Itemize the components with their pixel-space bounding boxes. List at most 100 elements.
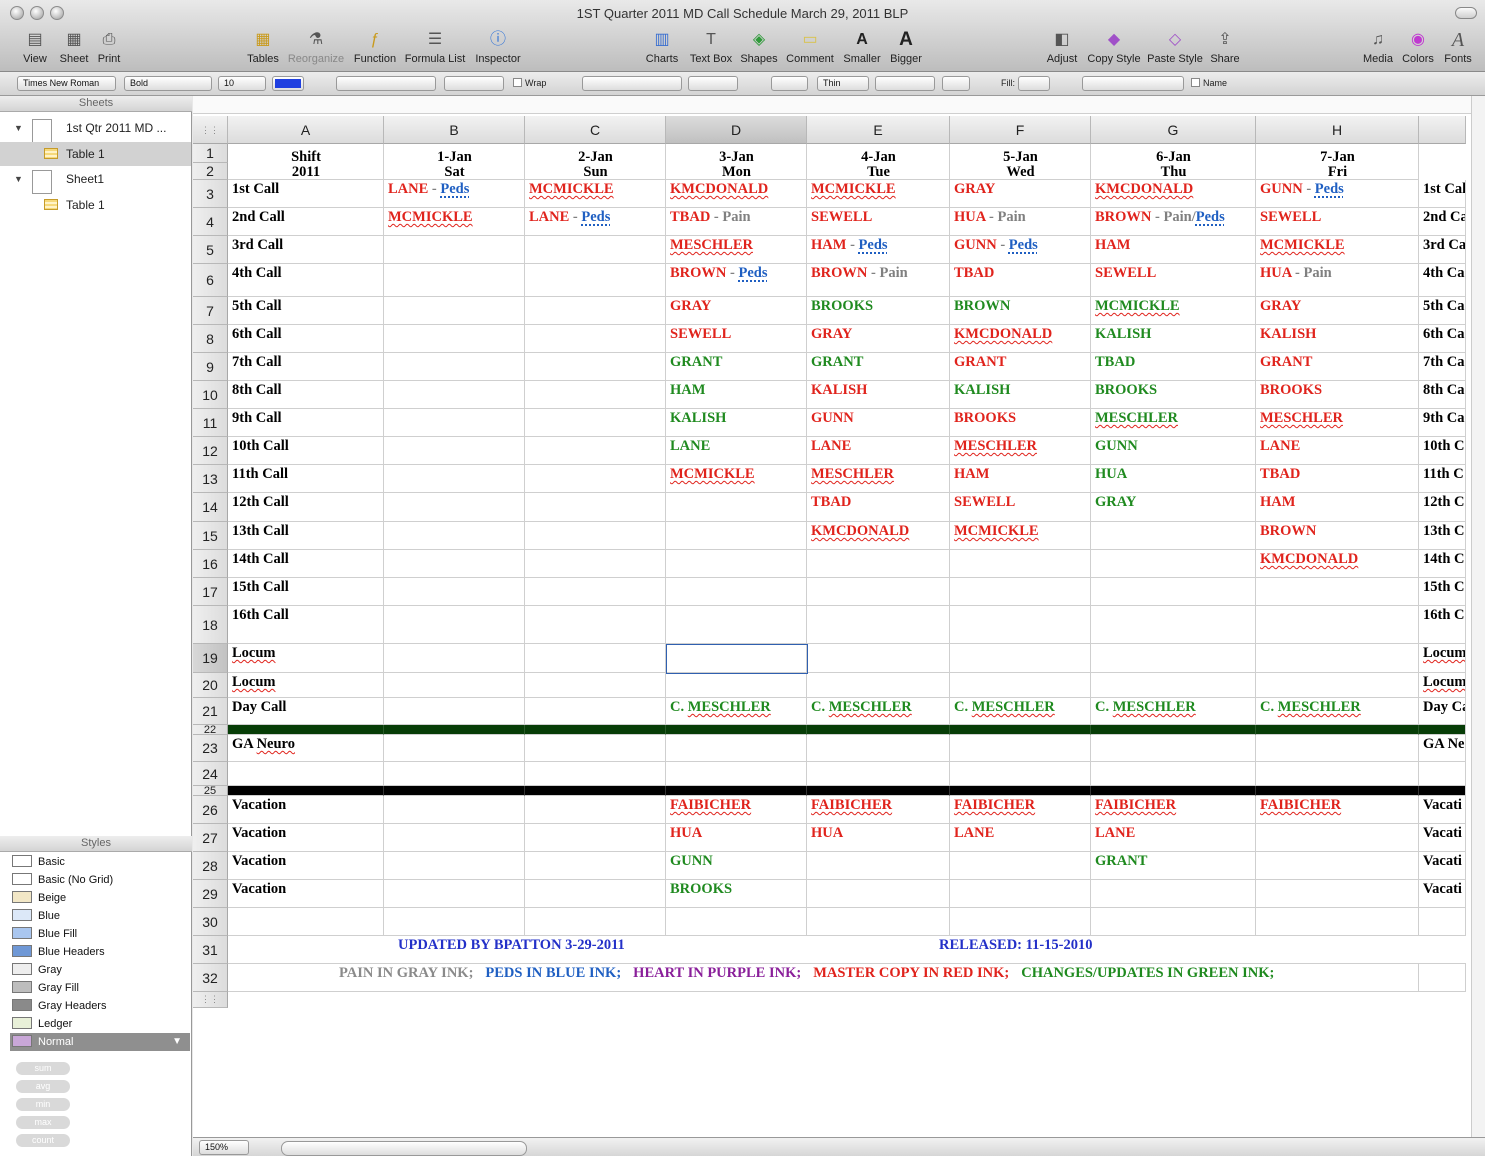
style-gray-headers[interactable]: Gray Headers (12, 997, 192, 1015)
bigger-button[interactable]: A Bigger (890, 30, 922, 66)
schedule-cell[interactable] (384, 796, 525, 824)
schedule-cell[interactable]: GUNN (1091, 437, 1256, 465)
shift-label-right[interactable]: Day Ca (1419, 698, 1466, 725)
header-day[interactable]: Sun (525, 163, 666, 180)
schedule-cell[interactable]: LANE (950, 824, 1091, 852)
schedule-cell[interactable]: BROWN - Pain/Peds (1091, 208, 1256, 236)
shift-label-right[interactable]: Vacati (1419, 880, 1466, 908)
schedule-cell[interactable] (384, 437, 525, 465)
row-header-17[interactable]: 17 (193, 578, 228, 606)
header-day[interactable]: Sat (384, 163, 525, 180)
row-header-16[interactable]: 16 (193, 550, 228, 578)
schedule-cell[interactable] (384, 673, 525, 698)
schedule-cell[interactable] (384, 852, 525, 880)
divider-cell[interactable] (950, 786, 1091, 796)
schedule-cell[interactable]: FAIBICHER (1256, 796, 1419, 824)
schedule-cell[interactable] (666, 522, 807, 550)
schedule-cell[interactable] (666, 673, 807, 698)
schedule-cell[interactable]: HAM - Peds (807, 236, 950, 264)
schedule-cell[interactable] (525, 522, 666, 550)
header-date[interactable]: 2-Jan (525, 144, 666, 163)
shift-label[interactable]: Locum (228, 673, 384, 698)
row-header-10[interactable]: 10 (193, 381, 228, 409)
column-header-d[interactable]: D (666, 116, 807, 144)
shift-label-right[interactable]: GA Ne (1419, 735, 1466, 762)
schedule-cell[interactable]: GUNN (666, 852, 807, 880)
schedule-cell[interactable]: MCMICKLE (807, 180, 950, 208)
divider-cell[interactable] (384, 725, 525, 735)
schedule-cell[interactable]: GRANT (1091, 852, 1256, 880)
schedule-cell[interactable] (1091, 673, 1256, 698)
divider-cell[interactable] (525, 786, 666, 796)
fonts-button[interactable]: A Fonts (1444, 30, 1472, 65)
schedule-cell[interactable]: GUNN - Peds (1256, 180, 1419, 208)
shift-label[interactable]: Vacation (228, 824, 384, 852)
schedule-cell[interactable] (525, 409, 666, 437)
fill-color-well[interactable] (1018, 76, 1050, 91)
schedule-cell[interactable] (807, 578, 950, 606)
schedule-cell[interactable] (1256, 880, 1419, 908)
spreadsheet-table[interactable]: ⋮⋮ A B C D E F G H 1 2 3 4 5 6 7 8 9 10 11 12 13 14 15 16 17 18 19 2… (193, 116, 1466, 1026)
shift-label[interactable]: Vacation (228, 880, 384, 908)
shift-label-right[interactable]: Vacati (1419, 824, 1466, 852)
schedule-cell[interactable]: BROWN (950, 297, 1091, 325)
style-gray-fill[interactable]: Gray Fill (12, 979, 192, 997)
divider-cell[interactable] (525, 725, 666, 735)
schedule-cell[interactable]: MCMICKLE (1091, 297, 1256, 325)
schedule-cell[interactable] (807, 550, 950, 578)
row-header-5[interactable]: 5 (193, 236, 228, 264)
shift-label-right[interactable]: 5th Ca (1419, 297, 1466, 325)
line-style-select[interactable]: Thin (817, 76, 869, 91)
schedule-cell[interactable] (807, 606, 950, 644)
inspector-button[interactable]: ⓘ Inspector (475, 30, 520, 65)
font-family-select[interactable]: Times New Roman (17, 76, 116, 91)
schedule-cell[interactable] (950, 762, 1091, 786)
schedule-cell[interactable] (384, 578, 525, 606)
schedule-cell[interactable] (666, 908, 807, 936)
schedule-cell[interactable]: GRAY (666, 297, 807, 325)
divider-cell[interactable] (807, 786, 950, 796)
smaller-button[interactable]: A Smaller (843, 30, 880, 65)
row-header-7[interactable]: 7 (193, 297, 228, 325)
schedule-cell[interactable] (950, 606, 1091, 644)
schedule-cell[interactable]: SEWELL (666, 325, 807, 353)
schedule-cell[interactable] (1091, 578, 1256, 606)
schedule-cell[interactable] (384, 325, 525, 353)
row-header-27[interactable]: 27 (193, 824, 228, 852)
schedule-cell[interactable]: C. MESCHLER (950, 698, 1091, 725)
shift-label-right[interactable]: Vacati (1419, 796, 1466, 824)
schedule-cell[interactable]: SEWELL (1091, 264, 1256, 297)
row-header-30[interactable]: 30 (193, 908, 228, 936)
schedule-cell[interactable]: C. MESCHLER (807, 698, 950, 725)
schedule-cell[interactable] (384, 644, 525, 673)
schedule-cell[interactable]: MCMICKLE (666, 465, 807, 493)
schedule-cell[interactable]: GRANT (1256, 353, 1419, 381)
schedule-cell[interactable] (1256, 852, 1419, 880)
shift-label[interactable]: 14th Call (228, 550, 384, 578)
schedule-cell[interactable]: BROWN (1256, 522, 1419, 550)
legend-row[interactable]: PAIN IN GRAY INK; PEDS IN BLUE INK; HEART … (228, 964, 1419, 992)
shift-label[interactable]: 3rd Call (228, 236, 384, 264)
style-gray[interactable]: Gray (12, 961, 192, 979)
row-header-4[interactable]: 4 (193, 208, 228, 236)
schedule-cell[interactable]: LANE - Peds (525, 208, 666, 236)
text-color-well[interactable] (272, 76, 304, 91)
schedule-cell[interactable]: MCMICKLE (525, 180, 666, 208)
schedule-cell[interactable] (525, 852, 666, 880)
schedule-cell[interactable]: HUA (1091, 465, 1256, 493)
row-header-1[interactable]: 1 (193, 144, 228, 163)
shift-label[interactable]: 5th Call (228, 297, 384, 325)
schedule-cell[interactable] (525, 673, 666, 698)
schedule-cell[interactable]: KMCDONALD (1091, 180, 1256, 208)
header-date[interactable]: Shift (228, 144, 384, 163)
row-header-14[interactable]: 14 (193, 493, 228, 522)
schedule-cell[interactable] (1256, 673, 1419, 698)
schedule-cell[interactable]: BROWN - Peds (666, 264, 807, 297)
shift-label-right[interactable]: 12th C (1419, 493, 1466, 522)
schedule-cell[interactable]: GUNN - Peds (950, 236, 1091, 264)
schedule-cell[interactable] (384, 606, 525, 644)
schedule-cell[interactable] (384, 762, 525, 786)
schedule-cell[interactable]: FAIBICHER (950, 796, 1091, 824)
row-header-15[interactable]: 15 (193, 522, 228, 550)
schedule-cell[interactable] (1091, 644, 1256, 673)
